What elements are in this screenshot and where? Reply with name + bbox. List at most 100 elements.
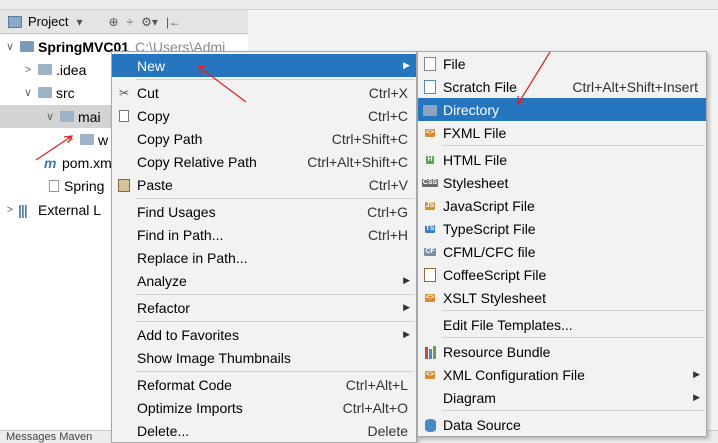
- submenu-item-javascript-file[interactable]: JS JavaScript File: [418, 194, 706, 217]
- menu-item-label: Scratch File: [443, 78, 517, 95]
- menu-item-cut[interactable]: ✂ Cut Ctrl+X: [112, 81, 416, 104]
- expand-arrow-icon[interactable]: ∨: [44, 110, 56, 123]
- file-icon: [422, 56, 438, 72]
- folder-icon: [80, 134, 94, 145]
- submenu-item-xml-configuration-file[interactable]: <> XML Configuration File ▶: [418, 363, 706, 386]
- submenu-item-stylesheet[interactable]: CSS Stylesheet: [418, 171, 706, 194]
- module-folder-icon: [20, 41, 34, 52]
- menu-item-label: Optimize Imports: [137, 399, 243, 416]
- menu-item-label: Data Source: [443, 416, 521, 433]
- xml-file-icon: <>: [424, 371, 436, 379]
- menu-item-label: Paste: [137, 176, 173, 193]
- menu-item-label: Directory: [443, 101, 500, 118]
- menu-separator: [442, 310, 704, 311]
- menu-item-find-in-path[interactable]: Find in Path... Ctrl+H: [112, 223, 416, 246]
- menu-item-analyze[interactable]: Analyze ▶: [112, 269, 416, 292]
- tree-item-label: w: [98, 131, 109, 148]
- folder-icon: [60, 111, 74, 122]
- menu-item-optimize-imports[interactable]: Optimize Imports Ctrl+Alt+O: [112, 396, 416, 419]
- menu-separator: [442, 337, 704, 338]
- menu-item-shortcut: Ctrl+V: [368, 176, 408, 193]
- folder-icon: [38, 64, 52, 75]
- menu-item-add-to-favorites[interactable]: Add to Favorites ▶: [112, 323, 416, 346]
- submenu-item-edit-file-templates[interactable]: Edit File Templates...: [418, 313, 706, 336]
- menu-item-label: Add to Favorites: [137, 326, 239, 343]
- menu-item-label: CoffeeScript File: [443, 266, 547, 283]
- tree-item-src[interactable]: ∨ src: [22, 81, 75, 104]
- expand-arrow-icon[interactable]: >: [4, 204, 16, 216]
- menu-item-shortcut: Ctrl+G: [367, 203, 408, 220]
- expand-arrow-icon[interactable]: >: [22, 64, 34, 76]
- menu-item-replace-in-path[interactable]: Replace in Path...: [112, 246, 416, 269]
- menu-item-reformat-code[interactable]: Reformat Code Ctrl+Alt+L: [112, 373, 416, 396]
- menu-item-delete[interactable]: Delete... Delete: [112, 419, 416, 442]
- menu-item-shortcut: Ctrl+Alt+Shift+Insert: [572, 78, 698, 95]
- project-panel-title[interactable]: Project: [28, 14, 68, 29]
- menu-separator: [136, 371, 414, 372]
- menu-item-label: Find in Path...: [137, 226, 224, 243]
- tree-item-label: mai: [78, 108, 101, 125]
- tree-item-external-libraries[interactable]: > ||| External L: [4, 198, 101, 221]
- menu-item-label: CFML/CFC file: [443, 243, 536, 260]
- submenu-item-diagram[interactable]: Diagram ▶: [418, 386, 706, 409]
- submenu-item-fxml-file[interactable]: <> FXML File: [418, 121, 706, 144]
- collapse-icon[interactable]: ÷: [127, 15, 134, 29]
- settings-icon[interactable]: ⚙▾: [141, 15, 158, 29]
- tree-item-pom[interactable]: m pom.xm: [44, 151, 112, 174]
- menu-item-label: Cut: [137, 84, 159, 101]
- menu-item-shortcut: Ctrl+X: [368, 84, 408, 101]
- tree-item-spring[interactable]: Spring: [48, 174, 104, 197]
- menu-item-label: Reformat Code: [137, 376, 232, 393]
- submenu-item-directory[interactable]: Directory: [418, 98, 706, 121]
- expand-arrow-icon[interactable]: ∨: [4, 40, 16, 53]
- menu-item-label: XML Configuration File: [443, 366, 585, 383]
- submenu-item-typescript-file[interactable]: TS TypeScript File: [418, 217, 706, 240]
- submenu-item-resource-bundle[interactable]: Resource Bundle: [418, 340, 706, 363]
- submenu-item-xslt-stylesheet[interactable]: <> XSLT Stylesheet: [418, 286, 706, 309]
- menu-separator: [136, 321, 414, 322]
- tree-item-webapp[interactable]: > w: [64, 128, 108, 151]
- submenu-item-cfml-file[interactable]: CF CFML/CFC file: [418, 240, 706, 263]
- submenu-item-file[interactable]: File: [418, 52, 706, 75]
- menu-separator: [442, 410, 704, 411]
- menu-item-refactor[interactable]: Refactor ▶: [112, 296, 416, 319]
- menu-separator: [136, 198, 414, 199]
- tree-item-label: .idea: [56, 61, 87, 78]
- menu-item-label: New: [137, 57, 166, 74]
- submenu-item-scratch-file[interactable]: Scratch File Ctrl+Alt+Shift+Insert: [418, 75, 706, 98]
- tree-item-idea[interactable]: > .idea: [22, 58, 87, 81]
- dropdown-icon[interactable]: ▾: [76, 15, 82, 29]
- menu-item-label: Replace in Path...: [137, 249, 248, 266]
- copy-icon: [116, 108, 132, 124]
- submenu-arrow-icon: ▶: [403, 275, 410, 285]
- menu-item-copy-relative-path[interactable]: Copy Relative Path Ctrl+Alt+Shift+C: [112, 150, 416, 173]
- menu-item-find-usages[interactable]: Find Usages Ctrl+G: [112, 200, 416, 223]
- locate-icon[interactable]: ⊕: [109, 15, 119, 29]
- menu-item-copy[interactable]: Copy Ctrl+C: [112, 104, 416, 127]
- javascript-file-icon: JS: [424, 202, 436, 210]
- submenu-item-data-source[interactable]: Data Source: [418, 413, 706, 436]
- menu-item-shortcut: Ctrl+Alt+Shift+C: [307, 153, 408, 170]
- menu-item-paste[interactable]: Paste Ctrl+V: [112, 173, 416, 196]
- breadcrumb-bar: [0, 0, 718, 10]
- submenu-item-html-file[interactable]: H HTML File: [418, 148, 706, 171]
- menu-item-copy-path[interactable]: Copy Path Ctrl+Shift+C: [112, 127, 416, 150]
- tree-item-label: External L: [38, 201, 102, 218]
- expand-arrow-icon[interactable]: ∨: [22, 86, 34, 99]
- menu-item-show-image-thumbnails[interactable]: Show Image Thumbnails: [112, 346, 416, 369]
- html-file-icon: H: [426, 156, 434, 164]
- menu-item-label: Refactor: [137, 299, 190, 316]
- menu-item-label: Diagram: [443, 389, 496, 406]
- menu-item-label: Copy Relative Path: [137, 153, 257, 170]
- submenu-item-coffeescript-file[interactable]: CoffeeScript File: [418, 263, 706, 286]
- typescript-file-icon: TS: [424, 225, 436, 233]
- menu-item-label: TypeScript File: [443, 220, 536, 237]
- menu-item-label: FXML File: [443, 124, 507, 141]
- hide-icon[interactable]: |←: [166, 15, 181, 29]
- resource-bundle-icon: [422, 344, 438, 360]
- expand-arrow-icon[interactable]: >: [64, 134, 76, 146]
- menu-item-new[interactable]: New ▶: [112, 54, 416, 77]
- database-icon: [422, 417, 438, 433]
- library-icon: |||: [18, 201, 28, 218]
- menu-item-label: Resource Bundle: [443, 343, 551, 360]
